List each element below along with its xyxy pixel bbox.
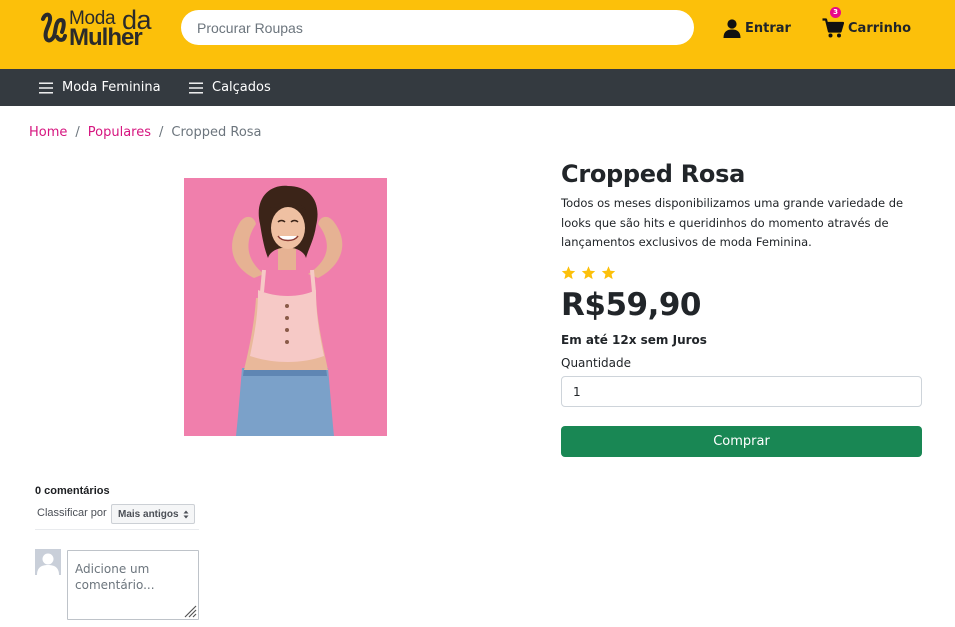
breadcrumb-populares[interactable]: Populares <box>88 125 151 140</box>
default-avatar-icon <box>35 549 61 575</box>
logo-text-mulher: Mulher <box>69 24 143 51</box>
logo[interactable]: Moda da Mulher <box>40 5 155 51</box>
resize-handle-icon[interactable] <box>183 604 197 618</box>
nav-item-moda-feminina[interactable]: Moda Feminina <box>39 69 161 106</box>
breadcrumb-home[interactable]: Home <box>29 125 67 140</box>
cart-icon-wrapper: 3 <box>822 7 845 38</box>
cart-label: Carrinho <box>848 20 912 36</box>
comments-divider <box>35 529 199 530</box>
menu-icon <box>189 82 203 93</box>
search-input[interactable] <box>181 10 694 45</box>
avatar <box>35 549 61 575</box>
nav-item-label: Moda Feminina <box>62 80 161 95</box>
buy-button[interactable]: Comprar <box>561 426 922 457</box>
cart-icon <box>822 18 845 38</box>
product-price: R$59,90 <box>561 287 702 323</box>
star-icon <box>561 266 576 280</box>
product-description: Todos os meses disponibilizamos uma gran… <box>561 196 904 249</box>
breadcrumb: Home / Populares / Cropped Rosa <box>29 125 262 140</box>
cart-count-badge: 3 <box>830 7 841 18</box>
quantity-label: Quantidade <box>561 356 632 370</box>
product-image <box>184 178 387 436</box>
comments-sort-select[interactable]: Mais antigos <box>111 504 195 524</box>
cart-link[interactable]: 3 Carrinho <box>822 7 912 38</box>
breadcrumb-separator: / <box>159 125 164 140</box>
comments-count: 0 comentários <box>35 485 110 497</box>
product-rating <box>561 266 616 280</box>
quantity-input[interactable] <box>561 376 922 407</box>
login-link[interactable]: Entrar <box>723 18 791 38</box>
nav-item-label: Calçados <box>212 80 271 95</box>
nav-item-calcados[interactable]: Calçados <box>189 69 271 106</box>
user-icon <box>723 18 741 38</box>
login-label: Entrar <box>745 20 791 36</box>
comment-input[interactable] <box>67 550 199 620</box>
sort-arrows-icon <box>183 510 189 518</box>
installments-text: Em até 12x sem Juros <box>561 333 707 347</box>
breadcrumb-separator: / <box>75 125 80 140</box>
menu-icon <box>39 82 53 93</box>
comments-sort-label: Classificar por <box>37 507 107 519</box>
logo-mark-icon <box>41 12 67 43</box>
star-icon <box>581 266 596 280</box>
product-photo <box>184 178 387 436</box>
star-icon <box>601 266 616 280</box>
category-nav: Moda Feminina Calçados <box>0 69 955 106</box>
comments-sort-value: Mais antigos <box>118 508 179 520</box>
breadcrumb-current: Cropped Rosa <box>171 125 262 140</box>
product-title: Cropped Rosa <box>561 160 745 188</box>
header: Moda da Mulher Entrar 3 Carrinho <box>0 0 955 69</box>
